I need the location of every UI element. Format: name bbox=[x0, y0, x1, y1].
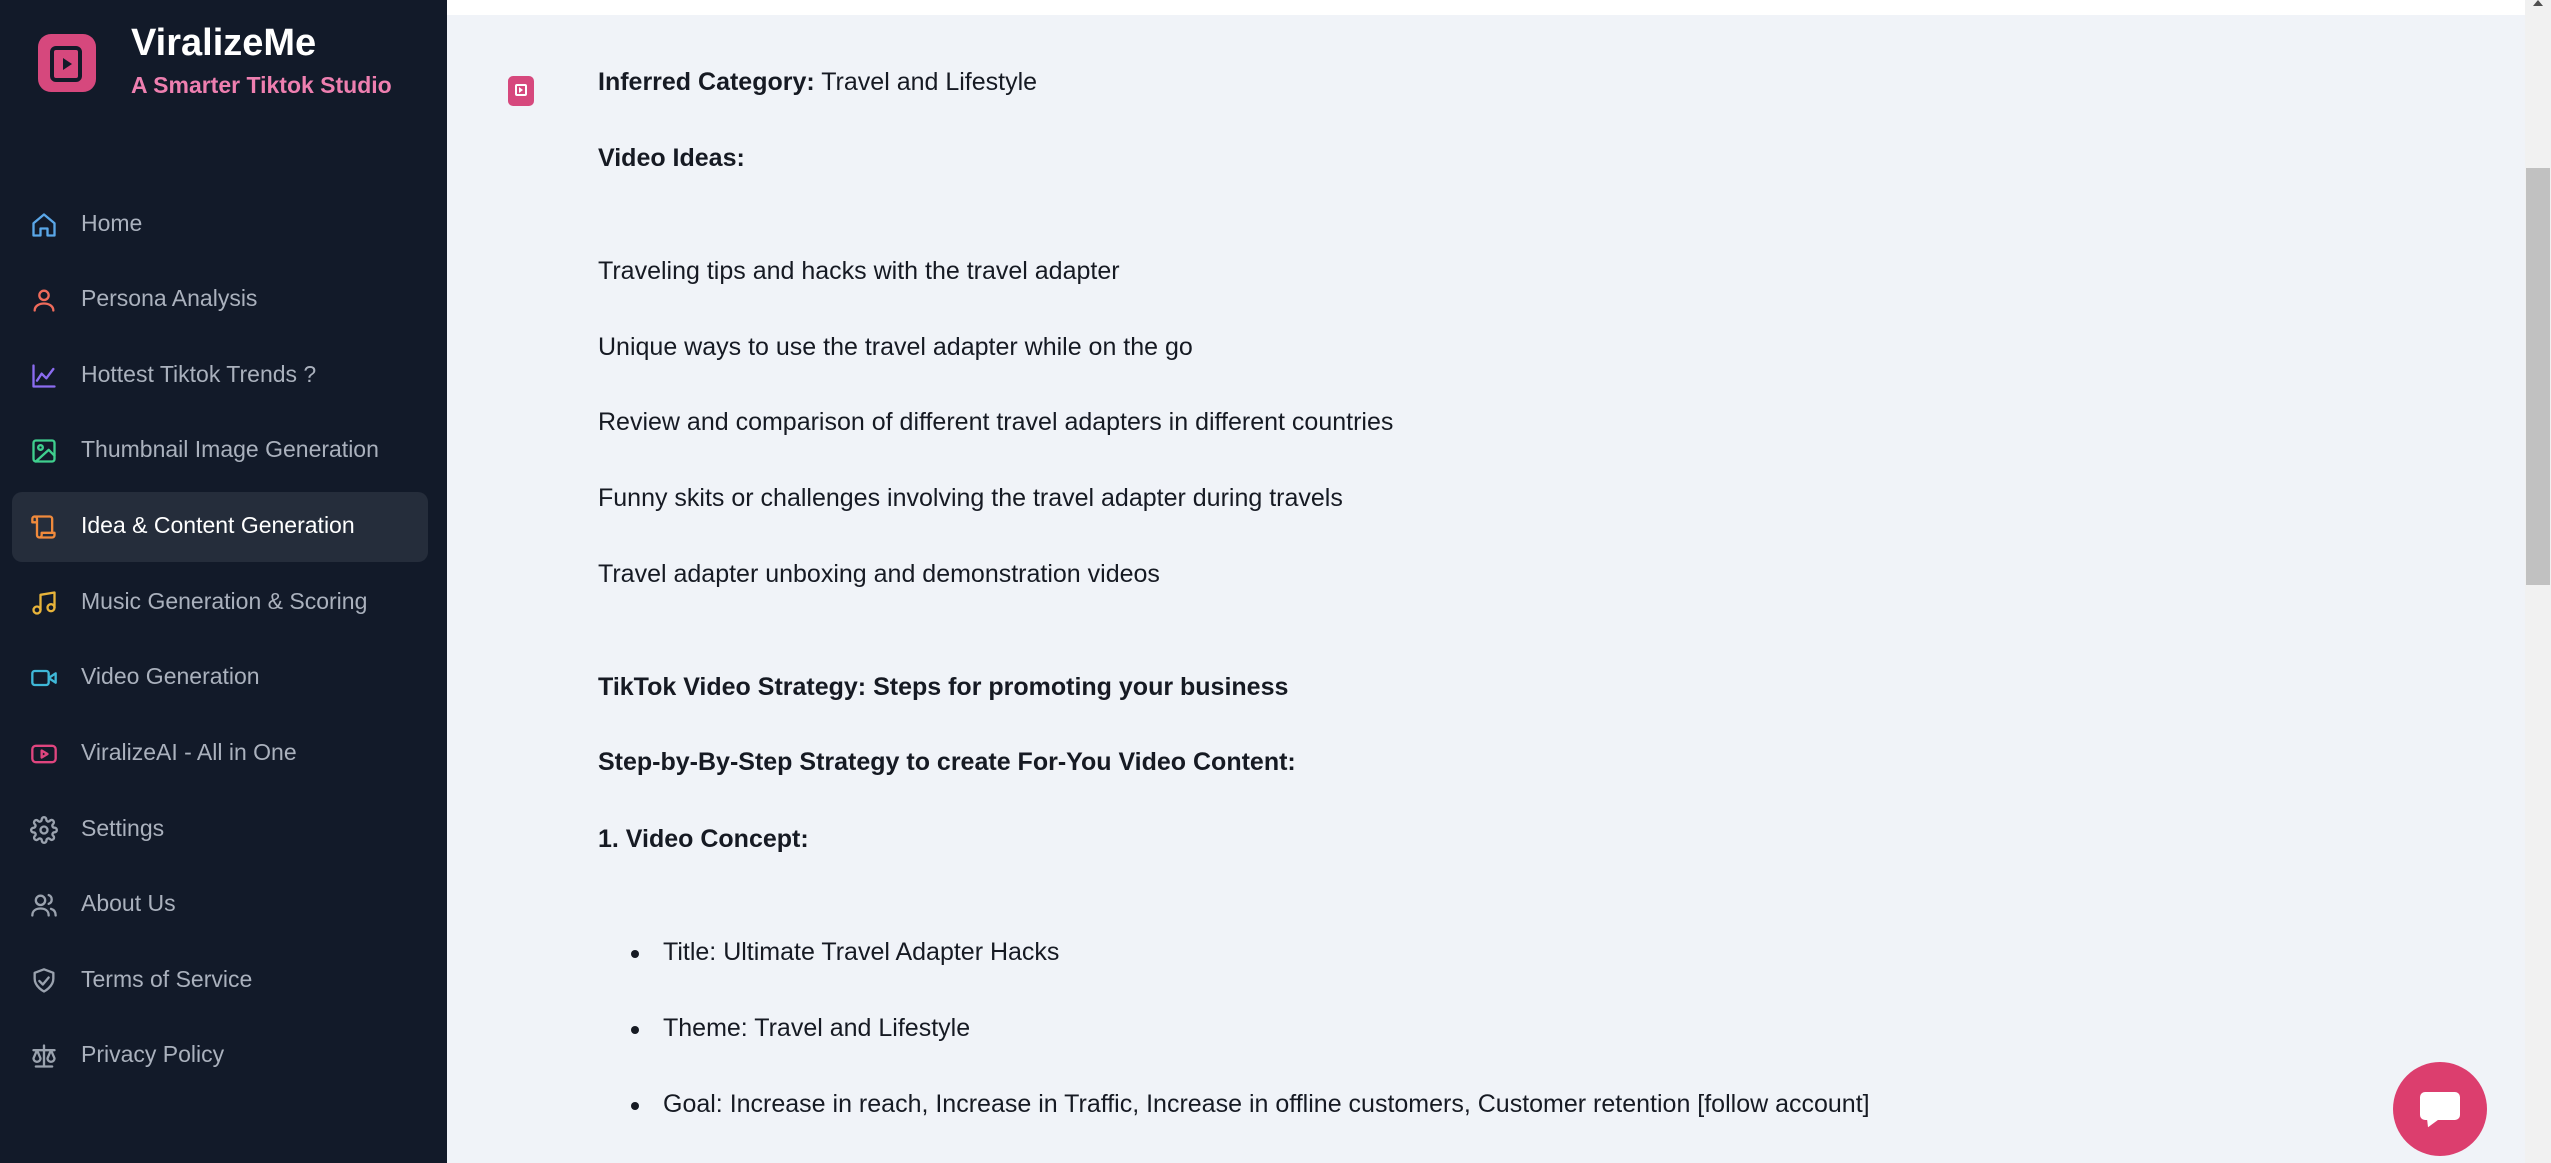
sidebar-item-thumbnail-generation[interactable]: Thumbnail Image Generation bbox=[12, 416, 428, 486]
sidebar-item-hottest-trends[interactable]: Hottest Tiktok Trends ? bbox=[12, 341, 428, 411]
app-tagline: A Smarter Tiktok Studio bbox=[131, 72, 392, 98]
sidebar-item-terms-of-service[interactable]: Terms of Service bbox=[12, 946, 428, 1016]
sidebar-item-persona-analysis[interactable]: Persona Analysis bbox=[12, 265, 428, 335]
sidebar-item-label: Home bbox=[81, 210, 143, 236]
sidebar-item-music-generation[interactable]: Music Generation & Scoring bbox=[12, 568, 428, 638]
video-idea-item: Traveling tips and hacks with the travel… bbox=[598, 257, 1120, 285]
sidebar-item-viralizeai[interactable]: ViralizeAI - All in One bbox=[12, 719, 428, 789]
bullet-icon bbox=[631, 1026, 639, 1034]
home-icon bbox=[32, 213, 56, 237]
sidebar-item-label: Thumbnail Image Generation bbox=[81, 436, 379, 462]
inferred-category-value: Travel and Lifestyle bbox=[821, 68, 1038, 96]
sidebar-item-label: Idea & Content Generation bbox=[81, 512, 355, 538]
scale-icon bbox=[32, 1044, 56, 1068]
chat-support-button[interactable] bbox=[2393, 1062, 2487, 1156]
image-icon bbox=[32, 439, 56, 463]
scrollbar-thumb[interactable] bbox=[2526, 168, 2550, 585]
sidebar: ViralizeMe A Smarter Tiktok Studio Home … bbox=[0, 0, 447, 1163]
user-icon bbox=[33, 289, 55, 312]
sidebar-item-idea-content[interactable]: Idea & Content Generation bbox=[12, 492, 428, 562]
video-idea-item: Review and comparison of different trave… bbox=[598, 408, 1394, 436]
sidebar-item-label: Terms of Service bbox=[81, 966, 253, 992]
sidebar-item-label: Privacy Policy bbox=[81, 1041, 225, 1067]
sidebar-item-label: About Us bbox=[81, 890, 176, 916]
sidebar-item-label: Persona Analysis bbox=[81, 285, 258, 311]
app-name: ViralizeMe bbox=[131, 22, 317, 64]
video-idea-item: Unique ways to use the travel adapter wh… bbox=[598, 333, 1193, 361]
handshake-icon bbox=[33, 968, 55, 993]
sidebar-item-label: Music Generation & Scoring bbox=[81, 588, 368, 614]
video-ideas-heading: Video Ideas: bbox=[598, 144, 745, 172]
chart-line-icon bbox=[32, 364, 56, 388]
step-strategy-heading: Step-by-By-Step Strategy to create For-Y… bbox=[598, 748, 1296, 776]
gear-icon bbox=[30, 816, 58, 844]
header-strip bbox=[447, 0, 2525, 15]
youtube-icon bbox=[31, 744, 57, 764]
sidebar-item-settings[interactable]: Settings bbox=[12, 795, 428, 865]
strategy-heading: TikTok Video Strategy: Steps for promoti… bbox=[598, 673, 1289, 701]
sidebar-item-privacy-policy[interactable]: Privacy Policy bbox=[12, 1021, 428, 1091]
scroll-icon bbox=[31, 515, 56, 539]
sidebar-item-about-us[interactable]: About Us bbox=[12, 870, 428, 940]
concept-bullet-text: Goal: Increase in reach, Increase in Tra… bbox=[663, 1090, 1870, 1118]
chat-content-area: Inferred Category: Travel and Lifestyle … bbox=[447, 0, 2525, 1163]
music-icon bbox=[32, 591, 56, 615]
scroll-up-arrow-icon[interactable] bbox=[2533, 0, 2543, 6]
assistant-avatar-icon bbox=[508, 76, 534, 106]
sidebar-item-label: ViralizeAI - All in One bbox=[81, 739, 297, 765]
sidebar-item-label: Settings bbox=[81, 815, 165, 841]
video-concept-heading: 1. Video Concept: bbox=[598, 825, 809, 853]
concept-bullet-text: Title: Ultimate Travel Adapter Hacks bbox=[663, 938, 1060, 966]
video-icon bbox=[31, 669, 57, 687]
sidebar-item-label: Hottest Tiktok Trends ? bbox=[81, 361, 317, 387]
users-icon bbox=[31, 893, 57, 917]
inferred-category: Inferred Category: Travel and Lifestyle bbox=[598, 68, 1037, 97]
video-idea-item: Travel adapter unboxing and demonstratio… bbox=[598, 560, 1160, 588]
sidebar-item-home[interactable]: Home bbox=[12, 190, 428, 260]
sidebar-item-video-generation[interactable]: Video Generation bbox=[12, 643, 428, 713]
inferred-category-label: Inferred Category: bbox=[598, 68, 815, 96]
sidebar-item-label: Video Generation bbox=[81, 663, 260, 689]
vertical-scrollbar[interactable] bbox=[2525, 0, 2551, 1163]
concept-bullet-text: Theme: Travel and Lifestyle bbox=[663, 1014, 971, 1042]
bullet-icon bbox=[631, 950, 639, 958]
app-logo-icon bbox=[38, 34, 96, 92]
bullet-icon bbox=[631, 1102, 639, 1110]
video-idea-item: Funny skits or challenges involving the … bbox=[598, 484, 1343, 512]
